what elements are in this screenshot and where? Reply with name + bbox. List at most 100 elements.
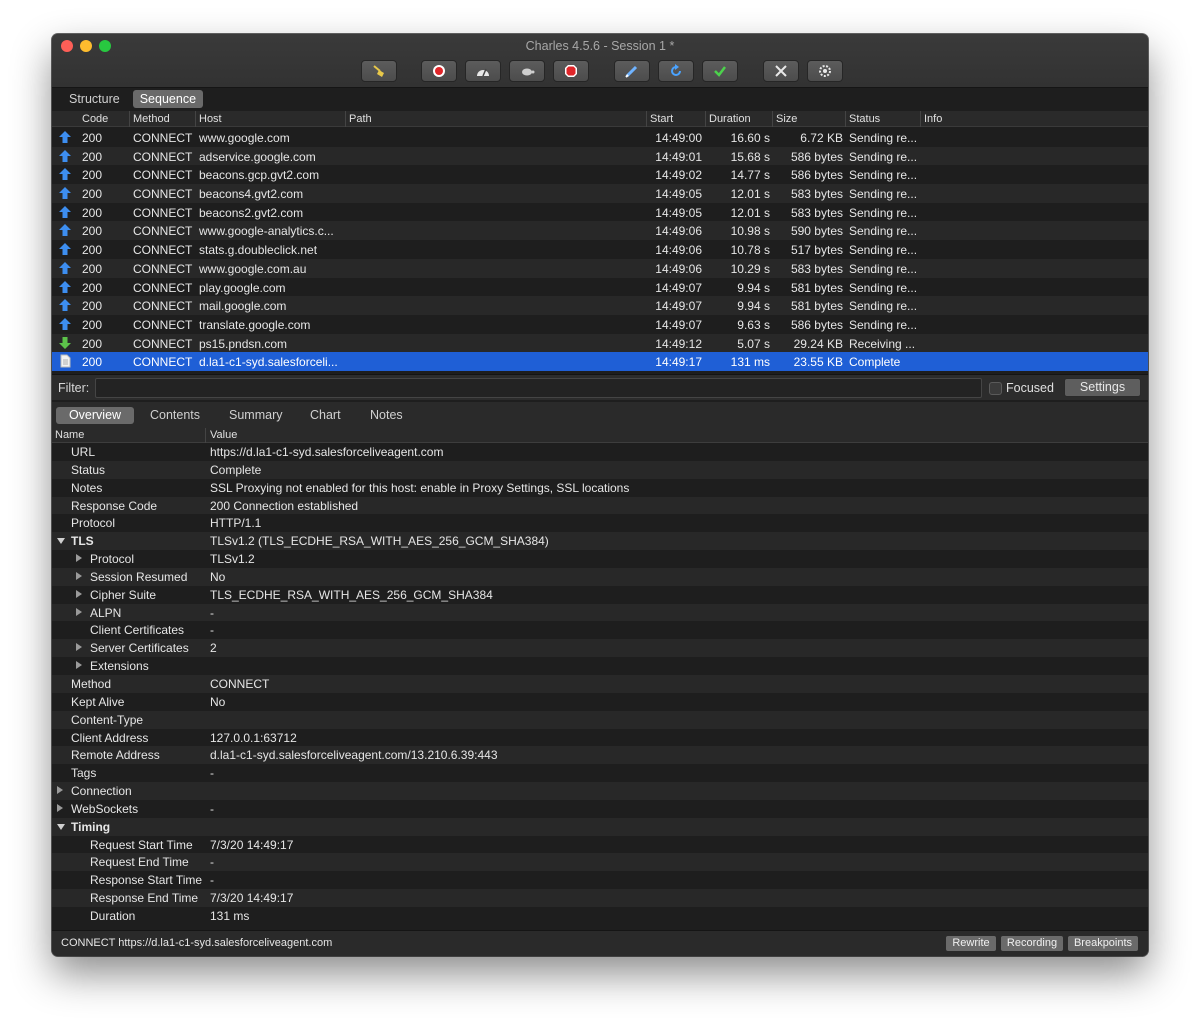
overview-row[interactable]: Protocol TLSv1.2 <box>52 550 1148 568</box>
settings-button[interactable] <box>807 60 843 82</box>
focused-label: Focused <box>1006 381 1054 395</box>
overview-row[interactable]: Method CONNECT <box>52 674 1148 693</box>
cell-size: 6.72 KB <box>800 131 843 145</box>
tab-summary[interactable]: Summary <box>221 407 290 424</box>
overview-row[interactable]: Extensions <box>52 657 1148 675</box>
record-button[interactable] <box>421 60 457 82</box>
disclosure-right-icon[interactable] <box>57 803 63 812</box>
cell-status: Sending re... <box>849 205 918 220</box>
overview-row[interactable]: Notes SSL Proxying not enabled for this h… <box>52 478 1148 497</box>
disclosure-right-icon[interactable] <box>57 786 63 795</box>
disclosure-right-icon[interactable] <box>76 554 82 563</box>
tab-sequence[interactable]: Sequence <box>132 90 204 108</box>
overview-row[interactable]: Request Start Time 7/3/20 14:49:17 <box>52 835 1148 854</box>
disclosure-right-icon[interactable] <box>76 607 82 616</box>
property-name: TLS <box>71 534 94 549</box>
table-row[interactable]: 200 CONNECT ps15.pndsn.com 14:49:12 5.07 s 29… <box>52 333 1148 353</box>
column-method[interactable]: Method <box>133 113 170 125</box>
table-row[interactable]: 200 CONNECT beacons2.gvt2.com 14:49:05 12.01… <box>52 202 1148 222</box>
column-code[interactable]: Code <box>82 113 108 125</box>
overview-row[interactable]: Server Certificates 2 <box>52 639 1148 658</box>
turtle-button[interactable] <box>509 60 545 82</box>
cell-host: www.google.com.au <box>199 261 307 276</box>
disclosure-right-icon[interactable] <box>76 661 82 670</box>
disclosure-down-icon[interactable] <box>57 823 65 830</box>
overview-row[interactable]: Remote Address d.la1-c1-syd.salesforceliv… <box>52 746 1148 765</box>
disclosure-right-icon[interactable] <box>76 589 82 598</box>
overview-row[interactable]: URL https://d.la1-c1-syd.salesforceliveag… <box>52 443 1148 461</box>
overview-row[interactable]: Cipher Suite TLS_ECDHE_RSA_WITH_AES_256_G… <box>52 585 1148 604</box>
column-start[interactable]: Start <box>650 113 673 125</box>
cell-duration: 16.60 s <box>730 131 770 145</box>
property-value: - <box>210 623 214 638</box>
detail-tabs: Overview Contents Summary Chart Notes <box>52 402 1148 428</box>
tools-button[interactable] <box>763 60 799 82</box>
disclosure-right-icon[interactable] <box>76 643 82 652</box>
property-value: - <box>210 605 214 620</box>
column-name[interactable]: Name <box>55 429 84 441</box>
rewrite-button[interactable]: Rewrite <box>945 935 997 952</box>
tab-notes[interactable]: Notes <box>362 407 411 424</box>
overview-row[interactable]: Client Address 127.0.0.1:63712 <box>52 728 1148 747</box>
column-status[interactable]: Status <box>849 113 880 125</box>
overview-row[interactable]: Status Complete <box>52 460 1148 479</box>
throttle-button[interactable] <box>465 60 501 82</box>
column-host[interactable]: Host <box>199 113 222 125</box>
overview-row[interactable]: Request End Time - <box>52 853 1148 872</box>
table-row[interactable]: 200 CONNECT translate.google.com 14:49:07 9.… <box>52 314 1148 334</box>
table-row[interactable]: 200 CONNECT www.google-analytics.c... 14:49… <box>52 221 1148 241</box>
overview-row[interactable]: Response Start Time - <box>52 871 1148 890</box>
overview-row[interactable]: Kept Alive No <box>52 692 1148 711</box>
overview-row[interactable]: Content-Type <box>52 710 1148 729</box>
tab-chart[interactable]: Chart <box>302 407 349 424</box>
overview-row[interactable]: Connection <box>52 782 1148 800</box>
filter-settings-button[interactable]: Settings <box>1064 378 1141 397</box>
focused-checkbox[interactable] <box>989 382 1002 395</box>
cell-start: 14:49:07 <box>655 299 702 314</box>
table-row[interactable]: 200 CONNECT mail.google.com 14:49:07 9.94 s 5… <box>52 296 1148 315</box>
tab-overview[interactable]: Overview <box>56 407 134 424</box>
clear-session-button[interactable] <box>361 60 397 82</box>
recording-button[interactable]: Recording <box>1000 935 1064 952</box>
table-row[interactable]: 200 CONNECT beacons.gcp.gvt2.com 14:49:02 14… <box>52 165 1148 185</box>
overview-row[interactable]: Tags - <box>52 764 1148 783</box>
column-value[interactable]: Value <box>210 429 237 441</box>
table-row[interactable]: 200 CONNECT adservice.google.com 14:49:01 15… <box>52 146 1148 166</box>
validate-button[interactable] <box>702 60 738 82</box>
overview-row[interactable]: WebSockets - <box>52 799 1148 818</box>
filter-label: Filter: <box>58 381 90 395</box>
tab-structure[interactable]: Structure <box>62 90 127 108</box>
table-row[interactable]: 200 CONNECT play.google.com 14:49:07 9.94 s 5… <box>52 277 1148 297</box>
cell-status: Sending re... <box>849 317 918 332</box>
filter-input[interactable] <box>95 378 982 398</box>
overview-row[interactable]: ALPN - <box>52 603 1148 622</box>
disclosure-right-icon[interactable] <box>76 571 82 580</box>
overview-row[interactable]: TLS TLSv1.2 (TLS_ECDHE_RSA_WITH_AES_256_G… <box>52 532 1148 551</box>
cell-duration: 10.98 s <box>730 224 770 239</box>
upload-arrow-icon <box>59 261 71 274</box>
column-duration[interactable]: Duration <box>709 113 751 125</box>
overview-row[interactable]: Duration 131 ms <box>52 906 1148 925</box>
overview-row[interactable]: Response Code 200 Connection established <box>52 496 1148 515</box>
window-title: Charles 4.5.6 - Session 1 * <box>525 39 675 53</box>
table-row[interactable]: 200 CONNECT www.google.com.au 14:49:06 10.29… <box>52 258 1148 278</box>
column-path[interactable]: Path <box>349 113 372 125</box>
breakpoints-button[interactable] <box>553 60 589 82</box>
compose-button[interactable] <box>614 60 650 82</box>
column-info[interactable]: Info <box>924 113 942 125</box>
overview-row[interactable]: Protocol HTTP/1.1 <box>52 514 1148 533</box>
overview-row[interactable]: Session Resumed No <box>52 567 1148 586</box>
table-row[interactable]: 200 CONNECT beacons4.gvt2.com 14:49:05 12.01… <box>52 184 1148 203</box>
breakpoints-status-button[interactable]: Breakpoints <box>1067 935 1139 952</box>
table-row[interactable]: 200 CONNECT stats.g.doubleclick.net 14:49:0… <box>52 240 1148 259</box>
column-size[interactable]: Size <box>776 113 797 125</box>
property-value: TLS_ECDHE_RSA_WITH_AES_256_GCM_SHA384 <box>210 587 493 602</box>
overview-row[interactable]: Client Certificates - <box>52 621 1148 640</box>
repeat-button[interactable] <box>658 60 694 82</box>
table-row[interactable]: 200 CONNECT d.la1-c1-syd.salesforceli... 14… <box>52 352 1148 371</box>
disclosure-down-icon[interactable] <box>57 538 65 545</box>
overview-row[interactable]: Response End Time 7/3/20 14:49:17 <box>52 889 1148 907</box>
overview-row[interactable]: Timing <box>52 817 1148 836</box>
tab-contents[interactable]: Contents <box>142 407 208 424</box>
table-row[interactable]: 200 CONNECT www.google.com 14:49:00 16.60 s 6… <box>52 128 1148 147</box>
